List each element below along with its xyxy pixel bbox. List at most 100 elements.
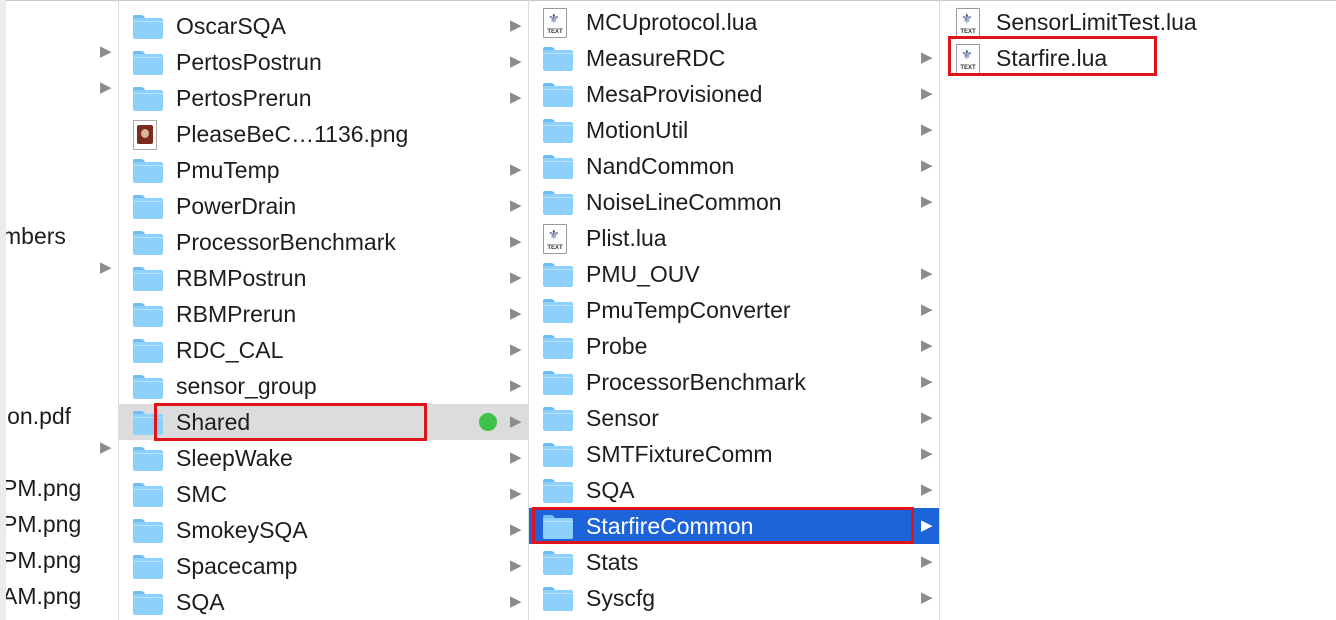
chevron-right-icon: ▶ [510,485,522,502]
folder-icon [133,483,163,507]
list-item-smtfixturecomm[interactable]: SMTFixtureComm ▶ [529,436,939,472]
list-item-sensor-group[interactable]: sensor_group ▶ [119,368,528,404]
item-label: SMC [176,481,228,507]
item-label: PertosPostrun [176,49,322,75]
list-item-starfirecommon[interactable]: StarfireCommon ▶ [529,508,939,544]
list-item-measurerdc[interactable]: MeasureRDC ▶ [529,40,939,76]
list-item-nandcommon[interactable]: NandCommon ▶ [529,148,939,184]
chevron-right-icon: ▶ [100,79,112,96]
item-label: Plist.lua [586,225,667,251]
list-item-pertospostrun[interactable]: PertosPostrun ▶ [119,44,528,80]
list-item-pertosprerun[interactable]: PertosPrerun ▶ [119,80,528,116]
folder-icon [133,15,163,39]
chevron-right-icon: ▶ [510,53,522,70]
item-label: MCUprotocol.lua [586,9,758,35]
list-item[interactable]: PM.png [6,506,118,542]
list-item-sqa[interactable]: SQA ▶ [529,472,939,508]
folder-icon [543,119,573,143]
list-item-noiselinecommon[interactable]: NoiseLineCommon ▶ [529,184,939,220]
folder-icon [133,303,163,327]
list-item-pmutemp[interactable]: PmuTemp ▶ [119,152,528,188]
list-item-syscfg[interactable]: Syscfg ▶ [529,580,939,616]
folder-icon [133,159,163,183]
list-item-pmu-ouv[interactable]: PMU_OUV ▶ [529,256,939,292]
item-label: RDC_CAL [176,337,284,363]
folder-icon [543,335,573,359]
folder-icon [133,447,163,471]
green-tag-dot [479,413,497,431]
folder-icon [543,47,573,71]
list-item-starfire-lua[interactable]: ⚜ TEXT Starfire.lua [940,40,1336,76]
folder-icon [543,83,573,107]
chevron-right-icon: ▶ [921,193,933,210]
folder-icon [543,299,573,323]
list-item-motionutil[interactable]: MotionUtil ▶ [529,112,939,148]
list-item-processorbenchmark[interactable]: ProcessorBenchmark ▶ [119,224,528,260]
folder-icon [133,267,163,291]
item-label: PM.png [6,511,82,537]
chevron-right-icon: ▶ [921,157,933,174]
item-label: SleepWake [176,445,293,471]
list-item-rbmprerun[interactable]: RBMPrerun ▶ [119,296,528,332]
list-item-sensorlimittest-lua[interactable]: ⚜ TEXT SensorLimitTest.lua [940,4,1336,40]
list-item-pmutempconverter[interactable]: PmuTempConverter ▶ [529,292,939,328]
chevron-right-icon: ▶ [921,121,933,138]
list-item-smokeysqa[interactable]: SmokeySQA ▶ [119,512,528,548]
item-label: PleaseBeC…1136.png [176,121,409,147]
list-item-spacecamp[interactable]: Spacecamp ▶ [119,548,528,584]
chevron-right-icon: ▶ [510,593,522,610]
list-item-shared[interactable]: Shared ▶ [119,404,528,440]
list-item[interactable]: ▶ [6,34,118,70]
chevron-right-icon: ▶ [510,233,522,250]
chevron-right-icon: ▶ [510,305,522,322]
list-item[interactable]: AM.png [6,578,118,614]
list-item[interactable]: mbers [6,218,118,254]
chevron-right-icon: ▶ [510,557,522,574]
list-item-mesaprovisioned[interactable]: MesaProvisioned ▶ [529,76,939,112]
list-item-rbmpostrun[interactable]: RBMPostrun ▶ [119,260,528,296]
list-item-plist-lua[interactable]: ⚜ TEXT Plist.lua [529,220,939,256]
chevron-right-icon: ▶ [921,409,933,426]
chevron-right-icon: ▶ [921,553,933,570]
chevron-right-icon: ▶ [100,259,112,276]
folder-icon [133,519,163,543]
list-item-sleepwake[interactable]: SleepWake ▶ [119,440,528,476]
item-label: PmuTempConverter [586,297,791,323]
folder-icon [543,155,573,179]
list-item[interactable]: ▶ [6,250,118,286]
item-label: Spacecamp [176,553,298,579]
chevron-right-icon: ▶ [921,445,933,462]
item-label: SmokeySQA [176,517,308,543]
chevron-right-icon: ▶ [510,377,522,394]
chevron-right-icon: ▶ [510,413,522,430]
chevron-right-icon: ▶ [510,89,522,106]
chevron-right-icon: ▶ [100,439,112,456]
list-item-smc[interactable]: SMC ▶ [119,476,528,512]
list-item-pleasebec-1136-png[interactable]: PleaseBeC…1136.png [119,116,528,152]
list-item-processorbenchmark[interactable]: ProcessorBenchmark ▶ [529,364,939,400]
folder-icon [133,411,163,435]
folder-icon [543,479,573,503]
list-item[interactable]: PM.png [6,470,118,506]
item-label: MeasureRDC [586,45,726,71]
folder-icon [543,263,573,287]
item-label: mbers [6,223,66,249]
folder-icon [543,551,573,575]
list-item-stats[interactable]: Stats ▶ [529,544,939,580]
list-item-oscarsqa[interactable]: OscarSQA ▶ [119,8,528,44]
list-item[interactable]: ▶ [6,70,118,106]
chevron-right-icon: ▶ [510,341,522,358]
list-item-mcuprotocol-lua[interactable]: ⚜ TEXT MCUprotocol.lua [529,4,939,40]
list-item[interactable]: PM.png [6,542,118,578]
column-parent-partial: ▶ ▶ mbers ▶ ion.pdf ▶ PM.png PM.png PM.png AM.png [6,0,118,620]
list-item-probe[interactable]: Probe ▶ [529,328,939,364]
list-item-powerdrain[interactable]: PowerDrain ▶ [119,188,528,224]
list-item-sensor[interactable]: Sensor ▶ [529,400,939,436]
item-label: Syscfg [586,585,656,611]
list-item[interactable]: ▶ [6,430,118,466]
list-item-rdc-cal[interactable]: RDC_CAL ▶ [119,332,528,368]
list-item[interactable]: ion.pdf [6,398,118,434]
list-item-sqa[interactable]: SQA ▶ [119,584,528,620]
item-label: RBMPrerun [176,301,297,327]
chevron-right-icon: ▶ [100,43,112,60]
